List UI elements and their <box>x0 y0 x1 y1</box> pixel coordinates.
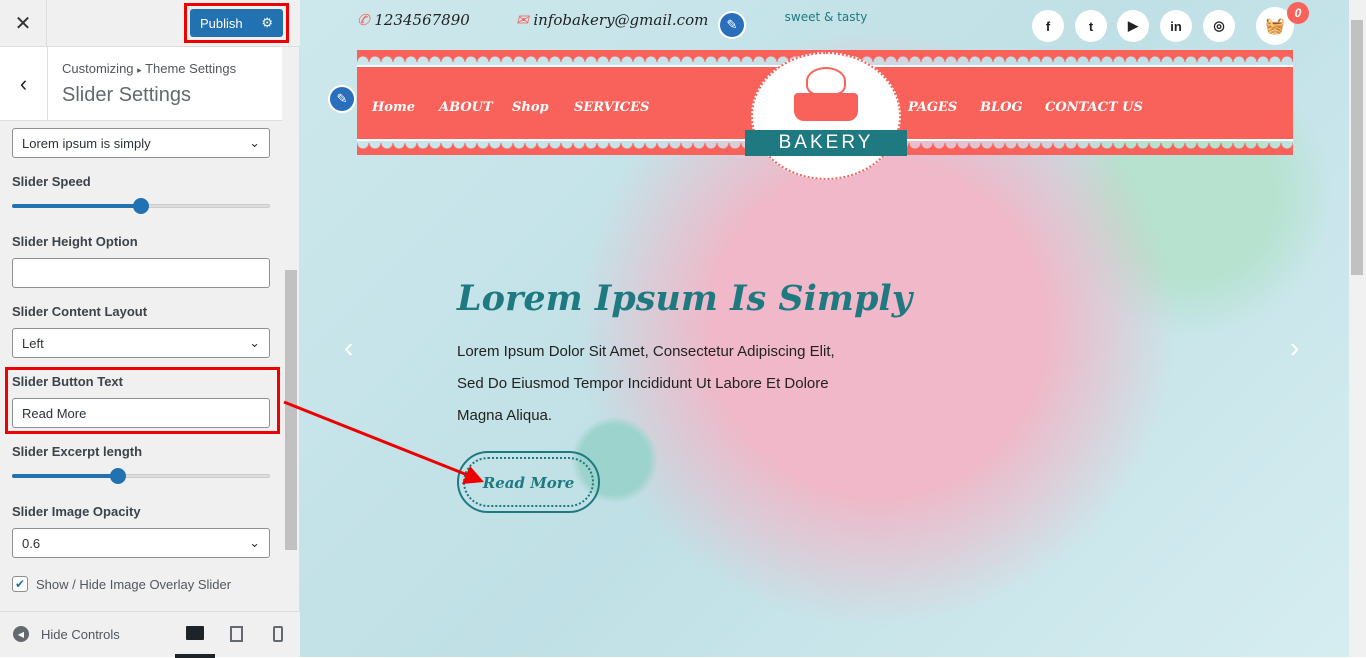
phone-icon: ✆ <box>357 11 370 29</box>
nav-about[interactable]: ABOUT <box>439 100 493 115</box>
nav-home[interactable]: Home <box>372 100 415 115</box>
button-text-label: Slider Button Text <box>12 374 123 389</box>
chevron-down-icon: ⌄ <box>249 535 260 550</box>
instagram-icon[interactable]: ◎ <box>1203 10 1235 42</box>
nav-services[interactable]: SERVICES <box>574 100 649 115</box>
mobile-preview-icon[interactable] <box>273 626 283 642</box>
youtube-icon[interactable]: ▶ <box>1117 10 1149 42</box>
header-phone[interactable]: ✆ 1234567890 <box>357 11 470 29</box>
image-opacity-select[interactable]: 0.6 ⌄ <box>12 528 270 558</box>
publish-label: Publish <box>200 15 243 31</box>
slider-prev-arrow[interactable]: ‹ <box>344 332 353 364</box>
breadcrumb-separator: ▸ <box>137 65 142 75</box>
panel-scrollbar-thumb[interactable] <box>285 270 297 550</box>
close-button[interactable]: ✕ <box>0 0 47 46</box>
twitter-icon[interactable]: t <box>1075 10 1107 42</box>
slider-speed-handle[interactable] <box>133 198 149 214</box>
customizer-topbar: ✕ Publish ⚙ <box>0 0 300 47</box>
slide-select-value: Lorem ipsum is simply <box>22 135 151 151</box>
content-layout-value: Left <box>22 335 44 351</box>
section-header: ‹ Customizing ▸ Theme Settings Slider Se… <box>0 47 282 121</box>
collapse-icon: ◀ <box>13 626 29 642</box>
logo-name: BAKERY <box>745 130 907 156</box>
slide-read-more-button[interactable]: Read More <box>457 451 600 513</box>
linkedin-icon[interactable]: in <box>1160 10 1192 42</box>
overlay-label: Show / Hide Image Overlay Slider <box>36 576 232 592</box>
header-email[interactable]: ✉ infobakery@gmail.com <box>516 11 708 29</box>
desktop-preview-icon[interactable] <box>186 626 204 640</box>
site-preview: ✆ 1234567890 ✉ infobakery@gmail.com ✎ ✎ … <box>300 0 1349 657</box>
image-opacity-label: Slider Image Opacity <box>12 504 141 519</box>
breadcrumb-parent: Theme Settings <box>145 61 237 76</box>
slider-next-arrow[interactable]: › <box>1290 332 1299 364</box>
excerpt-length-range[interactable] <box>12 468 270 484</box>
slide-title: Lorem Ipsum Is Simply <box>457 278 913 319</box>
customizer-footer: ◀ Hide Controls <box>0 611 300 658</box>
slider-speed-range[interactable] <box>12 198 270 214</box>
cart-count-badge: 0 <box>1287 2 1309 24</box>
facebook-icon[interactable]: f <box>1032 10 1064 42</box>
excerpt-length-handle[interactable] <box>109 468 126 484</box>
customizer-panel: ✕ Publish ⚙ ‹ Customizing ▸ Theme Setting… <box>0 0 300 658</box>
edit-shortcut-icon[interactable]: ✎ <box>328 85 356 113</box>
slide-text: Lorem Ipsum Dolor Sit Amet, Consectetur … <box>457 343 835 424</box>
slider-speed-label: Slider Speed <box>12 174 91 189</box>
publish-highlight: Publish ⚙ <box>184 3 289 43</box>
overlay-checkbox[interactable]: ✔ <box>12 576 28 592</box>
slider-height-label: Slider Height Option <box>12 234 138 249</box>
nav-contact[interactable]: CONTACT US <box>1045 100 1143 115</box>
image-opacity-value: 0.6 <box>22 535 41 551</box>
slide-select[interactable]: Lorem ipsum is simply ⌄ <box>12 128 270 158</box>
logo-tagline: sweet & tasty <box>784 10 868 24</box>
hide-controls-label: Hide Controls <box>41 626 120 642</box>
breadcrumb: Customizing ▸ Theme Settings <box>62 61 236 76</box>
slider-height-input[interactable] <box>12 258 270 288</box>
button-text-input[interactable]: Read More <box>12 398 270 428</box>
content-layout-select[interactable]: Left ⌄ <box>12 328 270 358</box>
hide-controls-button[interactable]: ◀ Hide Controls <box>13 626 120 642</box>
site-logo[interactable]: sweet & tasty BAKERY <box>745 10 907 182</box>
chevron-down-icon: ⌄ <box>249 335 260 350</box>
tablet-preview-icon[interactable] <box>230 626 243 642</box>
preview-scrollbar-thumb[interactable] <box>1351 20 1363 275</box>
gear-icon[interactable]: ⚙ <box>261 15 273 31</box>
nav-blog[interactable]: BLOG <box>980 100 1023 115</box>
active-device-indicator <box>175 654 215 658</box>
publish-button[interactable]: Publish ⚙ <box>190 9 283 37</box>
nav-pages[interactable]: PAGES <box>908 100 957 115</box>
back-button[interactable]: ‹ <box>0 47 48 121</box>
edit-shortcut-icon[interactable]: ✎ <box>718 11 746 39</box>
excerpt-length-label: Slider Excerpt length <box>12 444 143 459</box>
breadcrumb-root: Customizing <box>62 61 134 76</box>
content-layout-label: Slider Content Layout <box>12 304 148 319</box>
mail-icon: ✉ <box>516 11 529 29</box>
chevron-down-icon: ⌄ <box>249 135 260 150</box>
cupcake-icon <box>794 67 858 122</box>
nav-shop[interactable]: Shop <box>512 100 549 115</box>
page-title: Slider Settings <box>62 84 191 106</box>
